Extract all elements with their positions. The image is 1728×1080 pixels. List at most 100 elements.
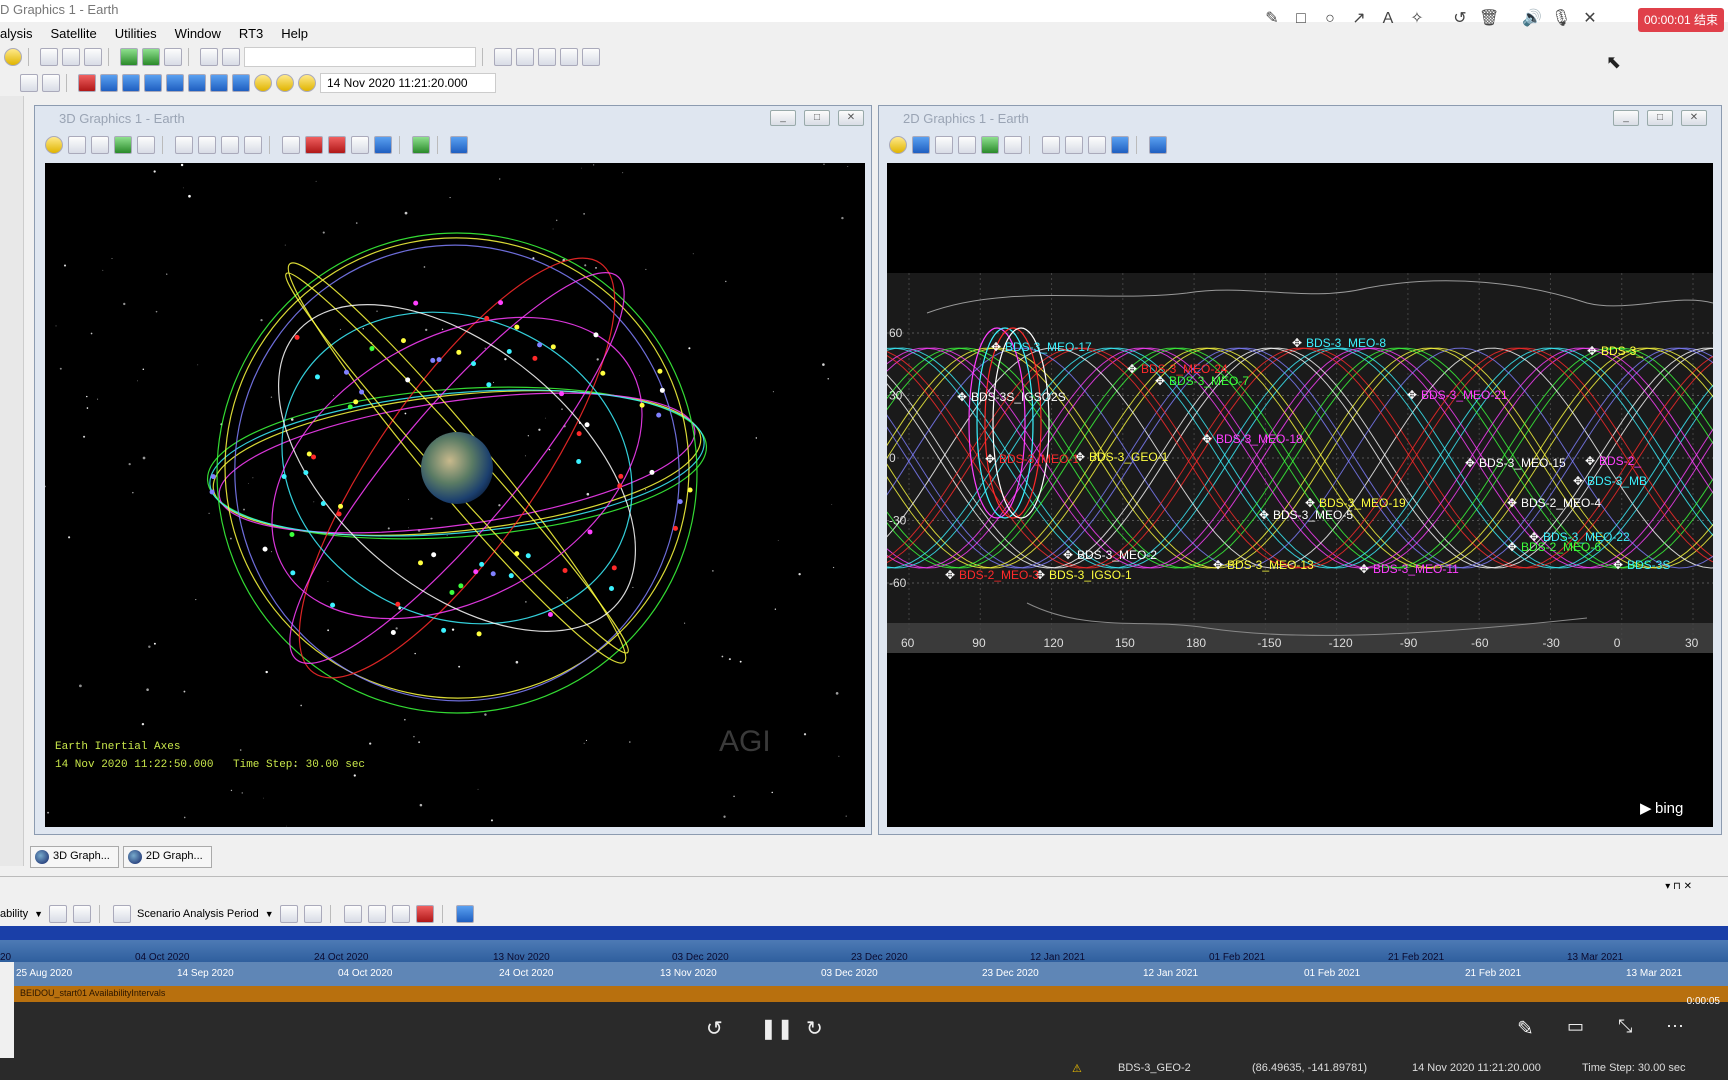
zoom-icon[interactable] <box>91 136 109 154</box>
layers-icon[interactable] <box>1004 136 1022 154</box>
realtime-icon[interactable] <box>254 74 272 92</box>
pencil-icon[interactable]: ✎ <box>1262 9 1282 29</box>
earth-icon[interactable] <box>412 136 430 154</box>
edit-icon[interactable] <box>49 905 68 923</box>
close-button[interactable]: ✕ <box>1681 110 1707 126</box>
menu-utilities[interactable]: Utilities <box>115 26 157 41</box>
text-icon[interactable]: A <box>1378 9 1398 29</box>
sort-icon[interactable] <box>582 48 600 66</box>
paste-icon[interactable] <box>391 905 410 923</box>
properties-icon[interactable] <box>62 48 80 66</box>
report-icon[interactable] <box>494 48 512 66</box>
magic-wand-icon[interactable]: ✧ <box>1407 9 1427 29</box>
grid-icon[interactable] <box>351 136 369 154</box>
north-icon[interactable] <box>198 136 216 154</box>
step-back-icon[interactable] <box>100 74 118 92</box>
gear-icon[interactable] <box>42 74 60 92</box>
pause-icon[interactable] <box>144 74 162 92</box>
3d-view[interactable]: Earth Inertial Axes 14 Nov 2020 11:22:50… <box>45 163 865 827</box>
record-timer-button[interactable]: 00:00:01 结束 <box>1638 8 1724 32</box>
gear-icon[interactable] <box>200 48 218 66</box>
dynamic-display-icon[interactable] <box>538 48 556 66</box>
chevron-down-icon[interactable]: ▼ <box>265 909 274 919</box>
display-icon[interactable] <box>1088 136 1106 154</box>
search-icon[interactable] <box>20 74 38 92</box>
minimize-button[interactable]: _ <box>770 110 796 126</box>
step-forward-icon[interactable] <box>188 74 206 92</box>
home-view-icon[interactable] <box>137 136 155 154</box>
save-icon[interactable] <box>303 905 322 923</box>
timeline-filter-label[interactable]: ability <box>0 908 28 920</box>
collapse-icon[interactable]: ⤡ <box>1618 1016 1632 1037</box>
help-icon[interactable] <box>455 905 474 923</box>
reset-icon[interactable] <box>78 74 96 92</box>
scenario-period-select[interactable]: Scenario Analysis Period <box>137 908 259 920</box>
circle-icon[interactable]: ○ <box>1320 9 1340 29</box>
microphone-icon[interactable]: 🎙 <box>1551 9 1571 29</box>
new-icon[interactable] <box>45 136 63 154</box>
close-button[interactable]: ✕ <box>838 110 864 126</box>
menu-help[interactable]: Help <box>281 26 308 41</box>
down-icon[interactable] <box>244 136 262 154</box>
analysis-icon[interactable] <box>84 48 102 66</box>
increase-step-icon[interactable] <box>232 74 250 92</box>
copy-icon[interactable] <box>367 905 386 923</box>
graph-icon[interactable] <box>516 48 534 66</box>
cut-icon[interactable] <box>343 905 362 923</box>
rectangle-icon[interactable]: □ <box>1291 9 1311 29</box>
current-time-field[interactable]: 14 Nov 2020 11:21:20.000 <box>320 73 496 93</box>
properties-icon[interactable] <box>1042 136 1060 154</box>
chevron-down-icon[interactable]: ▼ <box>34 909 43 919</box>
windows-icon[interactable] <box>40 48 58 66</box>
object-browser-strip[interactable] <box>0 96 24 866</box>
globe-icon[interactable] <box>374 136 392 154</box>
undo-icon[interactable]: ↺ <box>1450 9 1470 29</box>
save-icon[interactable] <box>73 905 92 923</box>
ruler-icon[interactable] <box>328 136 346 154</box>
refresh-icon[interactable] <box>164 48 182 66</box>
maximize-button[interactable]: □ <box>804 110 830 126</box>
globe-icon[interactable] <box>1111 136 1129 154</box>
close-icon[interactable]: ✕ <box>1580 9 1600 29</box>
pencil-icon[interactable]: ✎ <box>1517 1016 1534 1041</box>
strip-chart-icon[interactable] <box>560 48 578 66</box>
measure-icon[interactable] <box>305 136 323 154</box>
arrow-icon[interactable]: ↗ <box>1349 9 1369 29</box>
speaker-icon[interactable]: 🔊 <box>1522 9 1542 29</box>
menu-analysis[interactable]: alysis <box>0 26 33 41</box>
pause-icon[interactable]: ❚❚ <box>760 1016 794 1041</box>
zoom-out-icon[interactable] <box>958 136 976 154</box>
2d-map-view[interactable]: 60 30 0 -30 -60 ✥ BDS-3_MEO-17 ✥ BDS-3_MEO-8 ✥ BD… <box>887 163 1713 827</box>
x-realtime-icon[interactable] <box>276 74 294 92</box>
satellite-view-icon[interactable] <box>175 136 193 154</box>
pin-icon[interactable]: ▾ ⊓ ✕ <box>1665 881 1692 892</box>
edit-icon[interactable] <box>279 905 298 923</box>
snapshot-icon[interactable] <box>1149 136 1167 154</box>
menu-window[interactable]: Window <box>175 26 221 41</box>
rewind-10-icon[interactable]: ↺ <box>706 1016 723 1041</box>
forward-30-icon[interactable]: ↻ <box>806 1016 823 1041</box>
tab-3d-graphics[interactable]: 3D Graph... <box>30 846 119 868</box>
scenario-icon[interactable] <box>113 905 132 923</box>
snapshot-icon[interactable] <box>450 136 468 154</box>
clock-icon[interactable] <box>298 74 316 92</box>
timeline-range-bar[interactable] <box>0 926 1728 940</box>
orbit-icon[interactable] <box>282 136 300 154</box>
menu-satellite[interactable]: Satellite <box>51 26 97 41</box>
menu-rt3[interactable]: RT3 <box>239 26 263 41</box>
access-icon[interactable] <box>120 48 138 66</box>
report-icon[interactable] <box>1065 136 1083 154</box>
new-icon[interactable] <box>889 136 907 154</box>
availability-interval-bar[interactable]: BEIDOU_start01 AvailabilityIntervals <box>14 986 1728 1002</box>
trash-icon[interactable]: 🗑 <box>1479 9 1499 29</box>
map-icon[interactable] <box>981 136 999 154</box>
new-scenario-icon[interactable] <box>4 48 22 66</box>
pan-icon[interactable] <box>912 136 930 154</box>
more-icon[interactable]: ⋯ <box>1666 1016 1684 1037</box>
minimize-button[interactable]: _ <box>1613 110 1639 126</box>
view-icon[interactable] <box>114 136 132 154</box>
tab-2d-graphics[interactable]: 2D Graph... <box>122 846 212 868</box>
up-icon[interactable] <box>221 136 239 154</box>
settings-icon[interactable] <box>222 48 240 66</box>
play-reverse-icon[interactable] <box>122 74 140 92</box>
